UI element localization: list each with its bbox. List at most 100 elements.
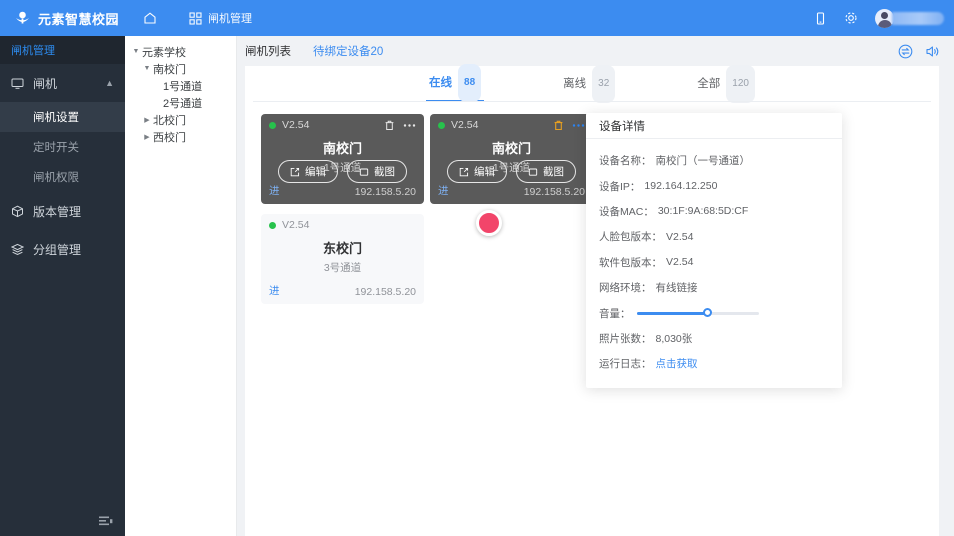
device-card-footer: 进 192.158.5.20 (438, 183, 585, 198)
org-tree: ▼ 元素学校 ▼ 南校门 1号通道 2号通道 ▶ 北校门 ▶ 西校门 (125, 36, 237, 536)
trash-icon[interactable] (384, 120, 395, 131)
tree-node-north-gate-label: 北校门 (153, 114, 186, 127)
detail-row-network: 网络环境： 有线链接 (599, 275, 829, 300)
device-card-footer: 进 192.158.5.20 (269, 283, 416, 298)
detail-row-device-name: 设备名称： 南校门（一号通道） (599, 148, 829, 173)
user-menu[interactable] (875, 8, 944, 28)
detail-label: 网络环境： (599, 282, 652, 295)
run-log-link[interactable]: 点击获取 (656, 356, 698, 371)
tree-node-south-gate[interactable]: ▼ 南校门 (125, 60, 236, 77)
screenshot-button[interactable]: 截图 (516, 160, 576, 183)
volume-icon[interactable] (925, 44, 940, 59)
detail-row-device-mac: 设备MAC： 30:1F:9A:68:5D:CF (599, 199, 829, 224)
tab-offline-count: 32 (592, 65, 616, 103)
grid-icon (189, 11, 202, 25)
sidebar-item-timer-switch[interactable]: 定时开关 (0, 132, 125, 162)
device-card[interactable]: V2.54 东校门 3号通道 进 192.158.5.20 (261, 214, 424, 304)
device-card[interactable]: V2.54 南校门 1号通道 编辑 截图 进 192.158.5.20 (430, 114, 593, 204)
tree-node-school[interactable]: ▼ 元素学校 (125, 43, 236, 60)
tree-node-lane-2[interactable]: 2号通道 (125, 94, 236, 111)
top-nav-home[interactable] (143, 11, 163, 25)
device-detail-body: 设备名称： 南校门（一号通道） 设备IP： 192.164.12.250 设备M… (586, 139, 842, 377)
device-card-header: V2.54 (261, 214, 424, 236)
chevron-right-icon: ▶ (144, 133, 150, 141)
edit-button[interactable]: 编辑 (447, 160, 507, 183)
tree-node-north-gate[interactable]: ▶ 北校门 (125, 111, 236, 128)
click-cursor-indicator (476, 210, 502, 236)
edit-button-label: 编辑 (474, 166, 495, 178)
mobile-icon[interactable] (814, 11, 827, 25)
chevron-right-icon: ▶ (144, 116, 150, 124)
tree-node-lane-1[interactable]: 1号通道 (125, 77, 236, 94)
tab-offline-label: 离线 (563, 78, 587, 90)
detail-label: 音量： (599, 307, 631, 320)
brand-name: 元素智慧校园 (38, 11, 120, 27)
detail-value: 8,030张 (655, 332, 693, 345)
direction-badge: 进 (269, 285, 280, 297)
more-icon[interactable] (403, 123, 416, 128)
volume-slider[interactable] (636, 307, 759, 317)
brand[interactable]: 元素智慧校园 (0, 9, 125, 28)
screenshot-button[interactable]: 截图 (347, 160, 407, 183)
device-ip: 192.158.5.20 (354, 186, 416, 198)
tree-node-south-gate-label: 南校门 (153, 63, 186, 76)
sidebar-item-version-mgmt[interactable]: 版本管理 (0, 192, 125, 230)
device-ip: 192.158.5.20 (354, 286, 416, 298)
top-nav-gate[interactable]: 闸机管理 (189, 10, 252, 26)
tab-offline[interactable]: 离线 32 (560, 65, 618, 103)
detail-label: 人脸包版本： (599, 231, 662, 244)
device-detail-panel: 设备详情 设备名称： 南校门（一号通道） 设备IP： 192.164.12.25… (586, 113, 842, 388)
detail-value: 有线链接 (655, 282, 698, 295)
status-tabs: 在线 88 离线 32 全部 120 (245, 64, 939, 103)
logo-icon (14, 10, 31, 27)
device-version: V2.54 (282, 119, 310, 131)
status-dot-online-icon (269, 121, 276, 129)
box-icon (11, 205, 24, 218)
layers-icon (11, 243, 24, 256)
sidebar-item-gate-permission-label: 闸机权限 (33, 172, 79, 184)
gear-icon[interactable] (844, 11, 858, 25)
sidebar-item-gate-settings[interactable]: 闸机设置 (0, 102, 125, 132)
tree-node-lane-2-label: 2号通道 (163, 97, 203, 110)
more-icon[interactable] (572, 123, 585, 128)
detail-value: 30:1F:9A:68:5D:CF (657, 205, 749, 218)
device-detail-title: 设备详情 (586, 113, 842, 139)
sidebar-group-gate[interactable]: 闸机 ▲ (0, 64, 125, 102)
tree-node-west-gate[interactable]: ▶ 西校门 (125, 128, 236, 145)
device-hover-actions: 编辑 截图 (430, 160, 593, 183)
sidebar-item-gate-permission[interactable]: 闸机权限 (0, 162, 125, 192)
detail-value: 南校门（一号通道） (655, 155, 751, 168)
volume-slider-knob[interactable] (702, 307, 712, 317)
detail-label: 软件包版本： (599, 256, 662, 269)
sidebar-item-version-mgmt-label: 版本管理 (33, 204, 82, 219)
device-card-header: V2.54 (430, 114, 593, 136)
device-name: 南校门 (322, 141, 362, 156)
device-card[interactable]: V2.54 南校门 1号通道 编辑 截图 进 192.158.5.20 (261, 114, 424, 204)
transfer-icon[interactable] (898, 44, 913, 59)
sidebar-item-group-mgmt[interactable]: 分组管理 (0, 230, 125, 268)
tab-online[interactable]: 在线 88 (426, 64, 485, 102)
tab-gate-list[interactable]: 闸机列表 (245, 43, 291, 59)
tree-node-lane-1-label: 1号通道 (163, 80, 203, 93)
detail-value: V2.54 (666, 256, 694, 269)
device-lane: 3号通道 (323, 262, 362, 274)
device-ip: 192.158.5.20 (523, 186, 585, 198)
sidebar-collapse-button[interactable] (0, 508, 125, 536)
device-name: 东校门 (322, 241, 362, 256)
tab-all[interactable]: 全部 120 (694, 65, 758, 103)
top-nav: 闸机管理 (143, 10, 252, 26)
edit-button-label: 编辑 (305, 166, 326, 178)
chevron-up-icon: ▲ (105, 78, 114, 88)
sidebar-group-gate-label: 闸机 (33, 76, 58, 91)
device-version: V2.54 (451, 119, 479, 131)
detail-label: 设备名称： (599, 155, 652, 168)
sidebar-item-timer-switch-label: 定时开关 (33, 142, 79, 154)
edit-button[interactable]: 编辑 (278, 160, 338, 183)
monitor-icon (11, 77, 24, 90)
sidebar-header: 闸机管理 (0, 36, 125, 64)
trash-icon[interactable] (553, 120, 564, 131)
status-dot-online-icon (269, 221, 276, 229)
tree-node-school-label: 元素学校 (142, 46, 186, 59)
tab-pending-devices[interactable]: 待绑定设备20 (313, 43, 383, 59)
detail-label: 设备IP： (599, 180, 641, 193)
